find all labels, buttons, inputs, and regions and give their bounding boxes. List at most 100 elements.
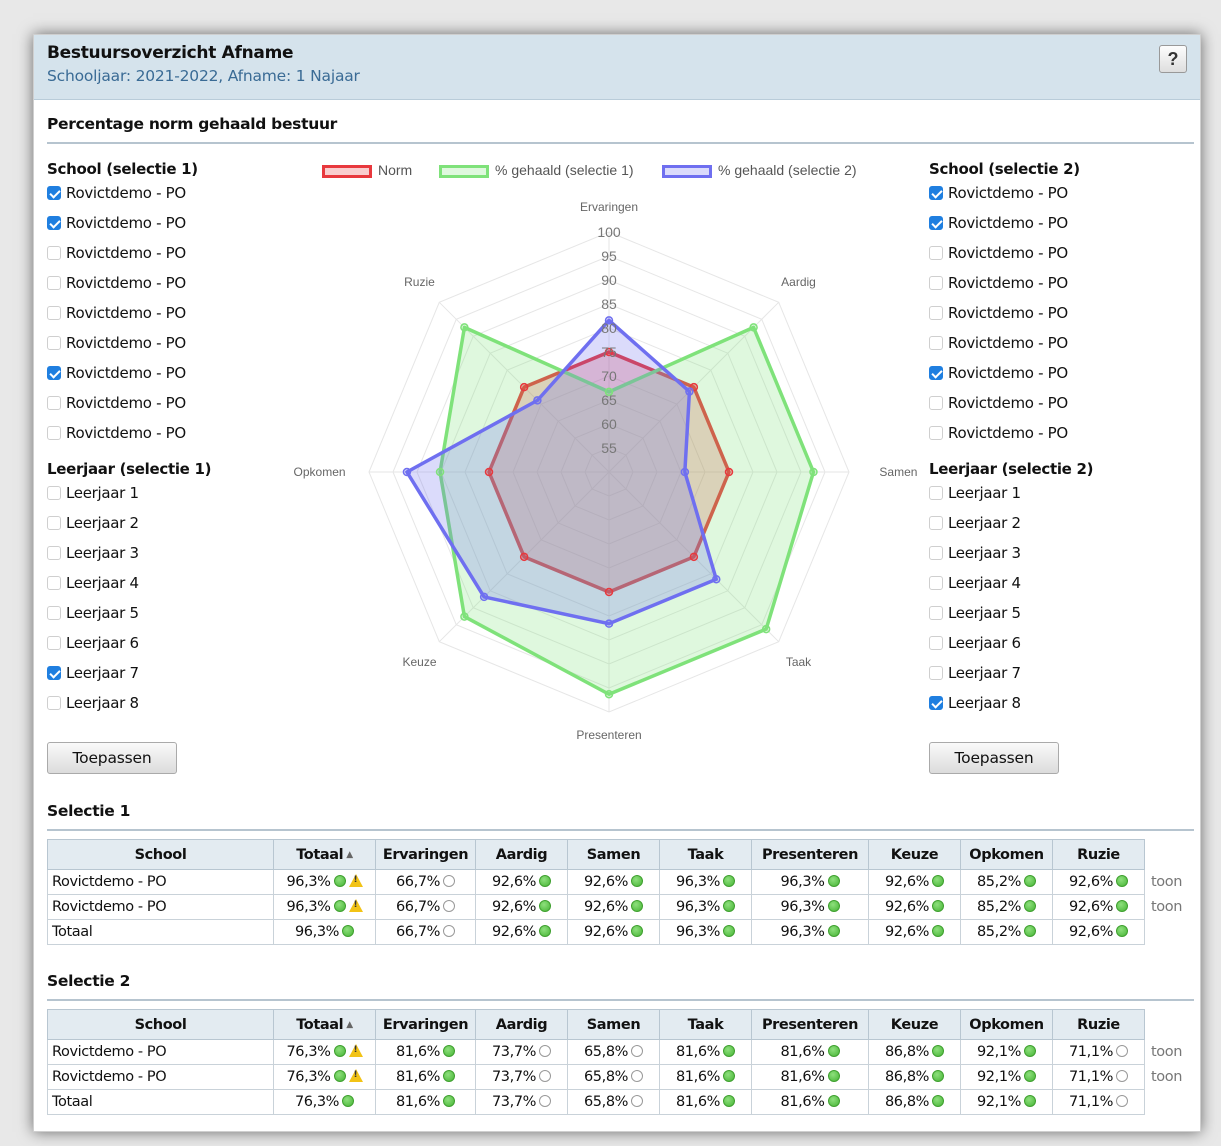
column-header-ervaringen[interactable]: Ervaringen [375, 1009, 476, 1040]
column-header-keuze[interactable]: Keuze [868, 1009, 961, 1040]
score-value: 85,2% [976, 874, 1022, 890]
status-green-icon [827, 1045, 840, 1057]
radar-point-2 [749, 323, 758, 332]
status-green-icon [1024, 875, 1037, 887]
column-header-presenteren[interactable]: Presenteren [751, 1009, 869, 1040]
score-value: 81,6% [780, 1094, 825, 1110]
radar-tick-label: 95 [601, 248, 617, 264]
status-empty-icon [1116, 1095, 1129, 1107]
score-cell: 92,1% [960, 1089, 1053, 1115]
school-cell: Totaal [47, 1089, 274, 1115]
score-value: 92,6% [491, 924, 537, 940]
column-header-presenteren[interactable]: Presenteren [751, 839, 869, 870]
table-row: Totaal 76,3% 81,6% 73,7% 65,8% 81,6% 81,6% 86,8… [47, 1089, 1196, 1115]
school-cell: Rovictdemo - PO [47, 1064, 274, 1090]
column-header-totaal[interactable]: Totaal ▲ [273, 839, 376, 870]
action-cell [1145, 1090, 1196, 1115]
sort-ascending-icon[interactable]: ▲ [346, 850, 353, 860]
score-value: 73,7% [491, 1094, 537, 1110]
column-header-label: Ervaringen [382, 1016, 469, 1033]
status-green-icon [827, 1095, 840, 1107]
radar-point-2 [460, 323, 469, 332]
radar-point-1 [604, 587, 614, 597]
score-cell: 76,3% [273, 1039, 376, 1065]
status-green-icon [1116, 875, 1129, 887]
score-cell: 66,7% [375, 869, 476, 895]
column-header-opkomen[interactable]: Opkomen [960, 1009, 1053, 1040]
score-cell: 73,7% [475, 1064, 568, 1090]
score-cell: 81,6% [375, 1039, 476, 1065]
score-cell: 92,6% [868, 919, 961, 945]
score-cell: 92,6% [475, 919, 568, 945]
column-header-taak[interactable]: Taak [659, 839, 752, 870]
status-empty-icon [539, 1070, 552, 1082]
action-cell [1145, 920, 1196, 945]
status-green-icon [443, 1070, 456, 1082]
score-value: 96,3% [286, 874, 331, 890]
selectie-2-divider [47, 999, 1194, 1001]
status-empty-icon [443, 925, 456, 937]
score-value: 96,3% [780, 899, 825, 915]
column-header-school[interactable]: School [47, 839, 274, 870]
column-header-samen[interactable]: Samen [567, 1009, 660, 1040]
table-row: Rovictdemo - PO 76,3% 81,6% 73,7% 65,8% 81,6%… [47, 1064, 1196, 1090]
score-value: 66,7% [395, 874, 441, 890]
school-cell: Rovictdemo - PO [47, 1039, 274, 1065]
score-cell: 92,6% [475, 894, 568, 920]
column-header-label: Keuze [890, 846, 939, 863]
score-value: 86,8% [884, 1094, 930, 1110]
status-green-icon [1024, 1095, 1037, 1107]
score-value: 92,6% [884, 899, 930, 915]
score-cell: 92,6% [567, 869, 660, 895]
score-value: 76,3% [294, 1094, 340, 1110]
score-cell: 92,6% [567, 894, 660, 920]
status-empty-icon [539, 1045, 552, 1057]
status-empty-icon [631, 1070, 644, 1082]
status-empty-icon [1116, 1070, 1129, 1082]
score-cell: 81,6% [659, 1064, 752, 1090]
column-header-ruzie[interactable]: Ruzie [1052, 1009, 1145, 1040]
status-green-icon [1116, 900, 1129, 912]
column-header-keuze[interactable]: Keuze [868, 839, 961, 870]
column-header-ruzie[interactable]: Ruzie [1052, 839, 1145, 870]
radar-axis-label: Aardig [781, 275, 816, 290]
score-cell: 71,1% [1052, 1039, 1145, 1065]
status-green-icon [932, 900, 945, 912]
toon-link[interactable]: toon [1145, 870, 1196, 895]
column-header-aardig[interactable]: Aardig [475, 1009, 568, 1040]
score-value: 96,3% [780, 874, 825, 890]
toon-link[interactable]: toon [1145, 895, 1196, 920]
column-header-samen[interactable]: Samen [567, 839, 660, 870]
column-header-label: Samen [586, 1016, 641, 1033]
column-header-opkomen[interactable]: Opkomen [960, 839, 1053, 870]
radar-tick-label: 70 [601, 368, 617, 384]
score-cell: 85,2% [960, 894, 1053, 920]
status-green-icon [443, 1045, 456, 1057]
score-value: 85,2% [976, 899, 1022, 915]
score-cell: 66,7% [375, 919, 476, 945]
selectie-1-table: School Totaal ▲ Ervaringen Aardig Samen Taak Pr… [47, 839, 1196, 945]
score-value: 71,1% [1068, 1044, 1114, 1060]
column-header-aardig[interactable]: Aardig [475, 839, 568, 870]
column-header-totaal[interactable]: Totaal ▲ [273, 1009, 376, 1040]
column-header-label: Aardig [495, 1016, 548, 1033]
toon-link[interactable]: toon [1145, 1040, 1196, 1065]
score-cell: 92,1% [960, 1039, 1053, 1065]
status-green-icon [539, 925, 552, 937]
column-header-label: Ervaringen [382, 846, 469, 863]
status-green-icon [723, 900, 736, 912]
column-header-school[interactable]: School [47, 1009, 274, 1040]
score-value: 92,1% [976, 1044, 1022, 1060]
column-header-ervaringen[interactable]: Ervaringen [375, 839, 476, 870]
status-green-icon [723, 1070, 736, 1082]
score-cell: 92,6% [868, 894, 961, 920]
score-value: 92,6% [491, 874, 537, 890]
score-value: 73,7% [491, 1044, 537, 1060]
column-header-taak[interactable]: Taak [659, 1009, 752, 1040]
sort-ascending-icon[interactable]: ▲ [346, 1020, 353, 1030]
radar-point-3 [685, 387, 694, 396]
score-cell: 92,6% [567, 919, 660, 945]
score-value: 96,3% [675, 899, 721, 915]
toon-link[interactable]: toon [1145, 1065, 1196, 1090]
status-green-icon [539, 900, 552, 912]
